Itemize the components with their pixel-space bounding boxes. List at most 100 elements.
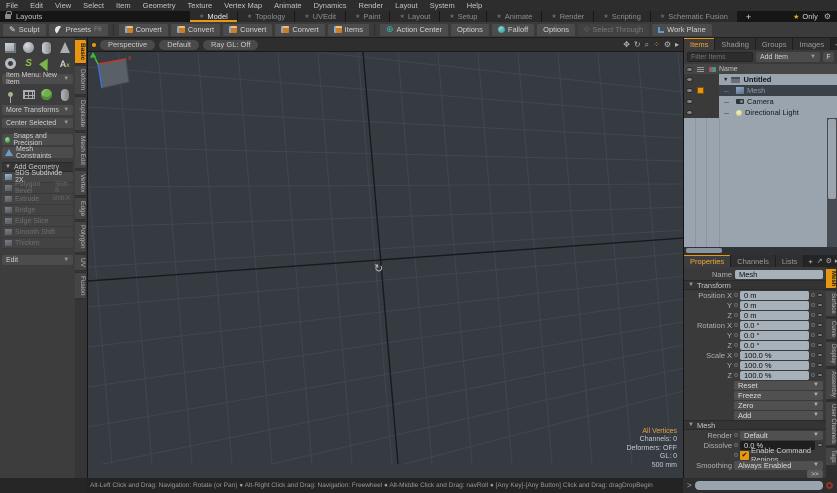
reset-dropdown[interactable]: Reset▼ bbox=[734, 381, 823, 390]
position-y-field[interactable]: 0 m bbox=[740, 301, 809, 310]
channel-dot-icon[interactable] bbox=[811, 343, 815, 347]
menu-render[interactable]: Render bbox=[353, 0, 390, 11]
rotation-y-field[interactable]: 0.0 ° bbox=[740, 331, 809, 340]
channel-dot-icon[interactable] bbox=[811, 373, 815, 377]
item-list-vertical-scrollbar[interactable] bbox=[827, 118, 837, 247]
menu-dynamics[interactable]: Dynamics bbox=[308, 0, 353, 11]
channel-dot-icon[interactable] bbox=[734, 303, 738, 307]
panel-gear-icon[interactable]: ⚙ bbox=[826, 257, 832, 265]
zero-dropdown[interactable]: Zero▼ bbox=[734, 401, 823, 410]
more-transforms-dropdown[interactable]: More Transforms▼ bbox=[2, 105, 73, 115]
tab-properties[interactable]: Properties bbox=[684, 255, 731, 267]
channel-dot-icon[interactable] bbox=[811, 313, 815, 317]
mode-tab-deform[interactable]: Deform bbox=[75, 65, 87, 94]
channel-dot-icon[interactable] bbox=[734, 323, 738, 327]
sculpt-button[interactable]: ✎Sculpt bbox=[3, 24, 46, 36]
mode-tab-edge[interactable]: Edge bbox=[75, 197, 87, 220]
menu-texture[interactable]: Texture bbox=[182, 0, 219, 11]
channel-dot-icon[interactable] bbox=[811, 293, 815, 297]
expand-arrow-icon[interactable]: ▼ bbox=[723, 77, 728, 83]
action-center-options-dropdown[interactable]: Options bbox=[451, 24, 489, 36]
rotation-x-field[interactable]: 0.0 ° bbox=[740, 321, 809, 330]
viewport-menu-icon[interactable] bbox=[92, 43, 96, 47]
cylinder-tool-button[interactable] bbox=[38, 40, 55, 55]
snaps-and-precision-button[interactable]: Snaps and Precision bbox=[2, 134, 73, 145]
channel-dot-icon[interactable] bbox=[811, 323, 815, 327]
eye-toggle-icon[interactable] bbox=[686, 88, 693, 93]
expand-arrow-icon[interactable]: ▸ bbox=[675, 40, 679, 49]
tab-groups[interactable]: Groups bbox=[756, 38, 794, 50]
layout-tab-topology[interactable]: ★Topology bbox=[238, 11, 295, 22]
position-z-field[interactable]: 0 m bbox=[740, 311, 809, 320]
eye-toggle-icon[interactable] bbox=[817, 323, 823, 327]
convert-button-1[interactable]: Convert bbox=[119, 24, 168, 36]
add-tab-button[interactable]: + bbox=[804, 255, 816, 267]
eye-toggle-icon[interactable] bbox=[686, 99, 693, 104]
edit-dropdown[interactable]: Edit▼ bbox=[2, 255, 73, 265]
side-tab-tags[interactable]: Tags bbox=[826, 447, 837, 466]
side-tab-user-channels[interactable]: User Channels bbox=[826, 401, 837, 447]
position-x-field[interactable]: 0 m bbox=[740, 291, 809, 300]
edge-slice-button[interactable]: Edge Slice bbox=[2, 216, 73, 227]
record-macro-icon[interactable] bbox=[826, 482, 833, 489]
grid-plane-tool-button[interactable] bbox=[20, 87, 37, 102]
layout-tab-layout[interactable]: ★Layout bbox=[390, 11, 440, 22]
eye-toggle-icon[interactable] bbox=[817, 293, 823, 297]
item-row-directional-light[interactable]: Directional Light bbox=[684, 107, 837, 118]
tab-items[interactable]: Items bbox=[684, 38, 715, 50]
add-tab-button[interactable]: + bbox=[831, 38, 837, 50]
falloff-options-dropdown[interactable]: Options bbox=[537, 24, 575, 36]
rotation-z-field[interactable]: 0.0 ° bbox=[740, 341, 809, 350]
channel-dot-icon[interactable] bbox=[734, 363, 738, 367]
orbit-icon[interactable]: ↻ bbox=[634, 40, 641, 49]
channel-dot-icon[interactable] bbox=[734, 343, 738, 347]
channel-dot-icon[interactable] bbox=[811, 333, 815, 337]
bridge-button[interactable]: Bridge bbox=[2, 205, 73, 216]
mesh-section-header[interactable]: ▼Mesh bbox=[684, 420, 826, 430]
curve-tool-button[interactable]: S bbox=[20, 56, 37, 71]
menu-edit[interactable]: Edit bbox=[24, 0, 49, 11]
eye-toggle-icon[interactable] bbox=[817, 313, 823, 317]
item-menu-dropdown[interactable]: Item Menu: New Item▼ bbox=[2, 74, 73, 84]
filter-options-button[interactable]: F bbox=[823, 52, 834, 62]
tab-channels[interactable]: Channels bbox=[731, 255, 776, 267]
item-row-camera[interactable]: Camera bbox=[684, 96, 837, 107]
smoothing-dropdown[interactable]: Always Enabled▼ bbox=[734, 461, 823, 470]
eye-toggle-icon[interactable] bbox=[817, 343, 823, 347]
armature-tool-button[interactable] bbox=[2, 87, 19, 102]
channel-dot-icon[interactable] bbox=[734, 333, 738, 337]
menu-animate[interactable]: Animate bbox=[268, 0, 308, 11]
polygon-bevel-button[interactable]: Polygon BevelShift-B bbox=[2, 183, 73, 194]
item-list-horizontal-scrollbar[interactable] bbox=[684, 247, 837, 255]
menu-help[interactable]: Help bbox=[461, 0, 488, 11]
zoom-icon[interactable]: ⌕ bbox=[645, 40, 649, 50]
menu-item[interactable]: Item bbox=[110, 0, 137, 11]
pivot-dots-icon[interactable]: ⁘ bbox=[653, 40, 660, 49]
menu-geometry[interactable]: Geometry bbox=[137, 0, 182, 11]
torus-tool-button[interactable] bbox=[2, 56, 19, 71]
capsule-tool-button[interactable] bbox=[56, 87, 73, 102]
side-tab-display[interactable]: Display bbox=[826, 341, 837, 367]
render-dropdown[interactable]: Default▼ bbox=[740, 431, 823, 440]
center-selected-dropdown[interactable]: Center Selected▼ bbox=[2, 118, 73, 128]
mesh-constraints-button[interactable]: Mesh Constraints bbox=[2, 147, 73, 158]
layout-tab-paint[interactable]: ★Paint bbox=[346, 11, 391, 22]
sphere-tool-button[interactable] bbox=[20, 40, 37, 55]
name-field[interactable]: Mesh bbox=[735, 270, 823, 279]
shading-mode-pill[interactable]: Default bbox=[159, 40, 199, 50]
mode-tab-basic[interactable]: Basic bbox=[75, 39, 87, 64]
eye-toggle-icon[interactable] bbox=[686, 77, 693, 82]
channel-dot-icon[interactable] bbox=[734, 453, 738, 457]
menu-view[interactable]: View bbox=[49, 0, 77, 11]
menu-layout[interactable]: Layout bbox=[389, 0, 424, 11]
layout-tab-schematic-fusion[interactable]: ★Schematic Fusion bbox=[651, 11, 738, 22]
enable-command-regions-checkbox[interactable]: ✔ bbox=[740, 451, 749, 460]
add-item-dropdown[interactable]: Add Item▼ bbox=[756, 52, 820, 62]
menu-select[interactable]: Select bbox=[77, 0, 110, 11]
active-layer-marker-icon[interactable] bbox=[697, 87, 704, 94]
layouts-label[interactable]: Layouts bbox=[16, 12, 42, 21]
smooth-shift-button[interactable]: Smooth Shift bbox=[2, 227, 73, 238]
eye-toggle-icon[interactable] bbox=[817, 353, 823, 357]
eye-toggle-icon[interactable] bbox=[686, 110, 693, 115]
scale-y-field[interactable]: 100.0 % bbox=[740, 361, 809, 370]
